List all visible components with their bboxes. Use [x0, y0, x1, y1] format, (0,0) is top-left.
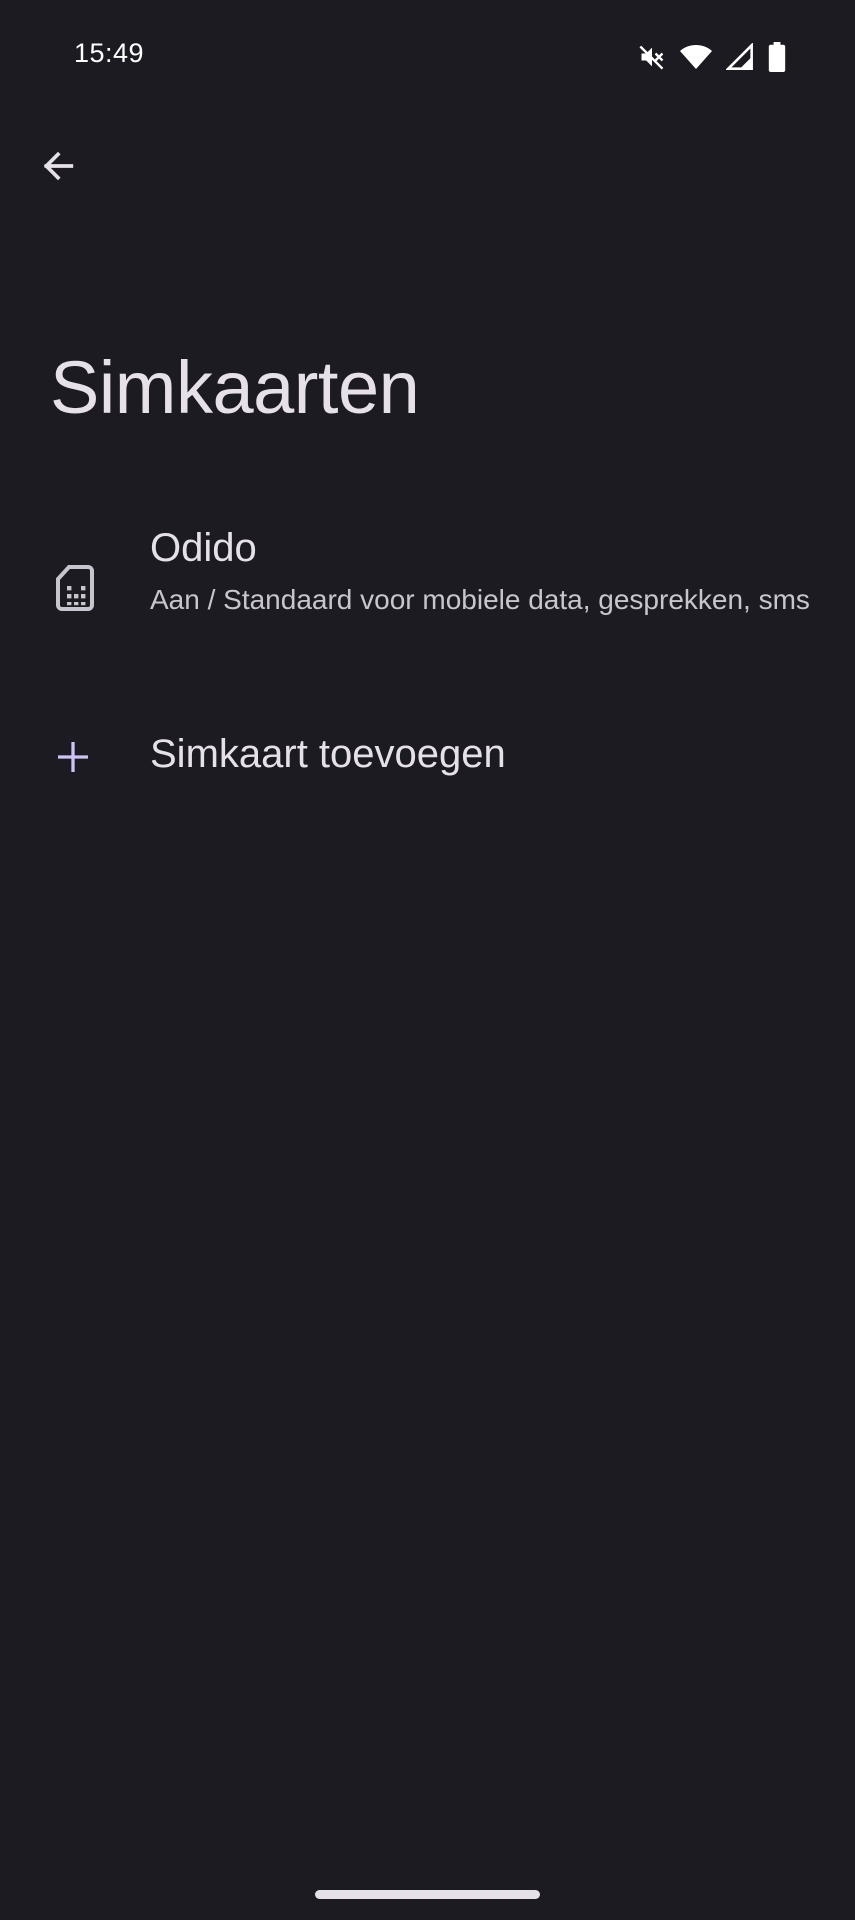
status-bar: 15:49: [0, 0, 855, 115]
gesture-nav-handle[interactable]: [315, 1890, 540, 1899]
battery-icon: [768, 42, 786, 72]
sim-card-icon: [55, 564, 95, 612]
sim-card-summary: Aan / Standaard voor mobiele data, gespr…: [150, 584, 810, 615]
arrow-back-icon: [38, 146, 78, 191]
status-icons: [638, 42, 786, 72]
add-sim-button[interactable]: Simkaart toevoegen: [0, 712, 855, 802]
page-title: Simkaarten: [50, 346, 420, 429]
cell-signal-icon: [726, 43, 754, 71]
plus-icon: [55, 739, 91, 775]
mute-icon: [638, 43, 666, 71]
sim-card-title: Odido: [150, 526, 257, 570]
status-time: 15:49: [74, 38, 145, 68]
back-button[interactable]: [30, 140, 86, 196]
sim-card-item-odido[interactable]: Odido Aan / Standaard voor mobiele data,…: [0, 512, 855, 662]
add-sim-label: Simkaart toevoegen: [150, 732, 506, 776]
wifi-icon: [680, 43, 712, 71]
